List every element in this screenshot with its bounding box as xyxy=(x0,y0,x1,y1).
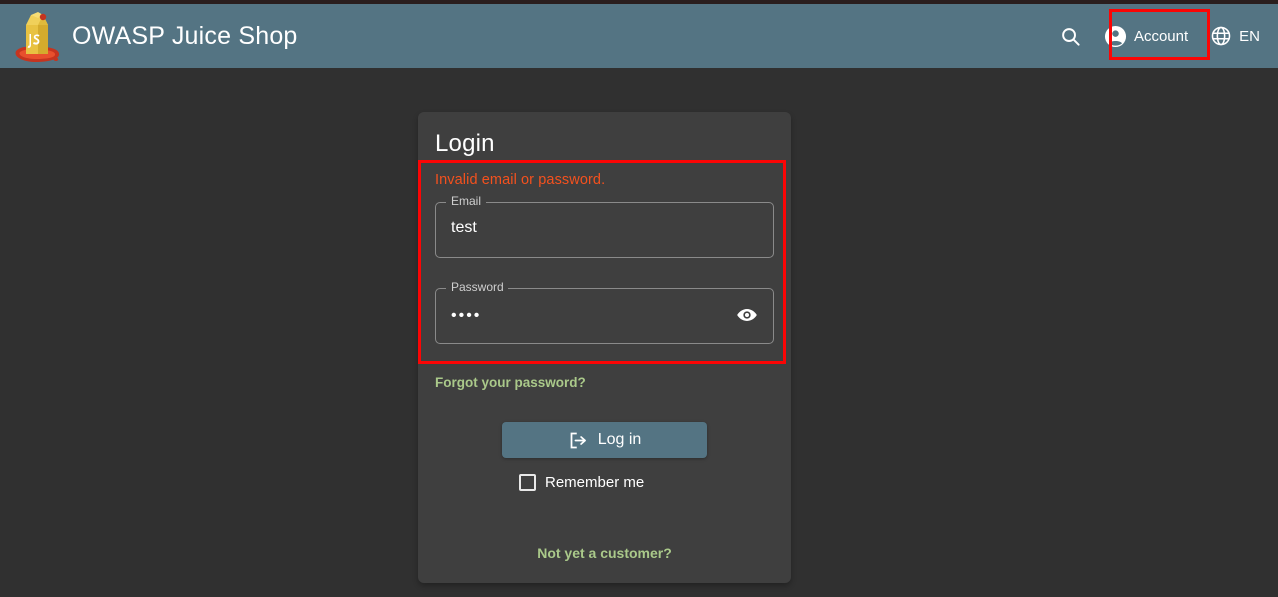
login-button[interactable]: Log in xyxy=(502,422,707,458)
toolbar-actions: Account EN xyxy=(1050,4,1270,68)
password-field-label: Password xyxy=(451,280,504,294)
account-circle-icon xyxy=(1104,25,1127,48)
password-field-outline xyxy=(435,288,774,344)
eye-icon xyxy=(736,304,758,326)
password-field[interactable]: Password •••• xyxy=(435,280,774,344)
signup-row: Not yet a customer? xyxy=(418,545,791,563)
juice-box-logo-icon xyxy=(12,7,64,65)
account-button[interactable]: Account xyxy=(1094,16,1198,56)
globe-icon xyxy=(1210,25,1232,47)
login-card: Login Invalid email or password. Email t… xyxy=(418,112,791,583)
login-button-label: Log in xyxy=(597,431,642,448)
language-button-label: EN xyxy=(1239,27,1260,45)
email-field-outline xyxy=(435,202,774,258)
account-button-wrapper[interactable]: Account xyxy=(1094,16,1198,56)
email-field-label: Email xyxy=(451,194,482,208)
brand-block[interactable]: OWASP Juice Shop xyxy=(12,7,298,65)
login-button-row: Log in xyxy=(435,422,774,458)
login-arrow-icon xyxy=(568,430,589,451)
error-message: Invalid email or password. xyxy=(435,172,606,188)
search-button[interactable] xyxy=(1050,16,1092,56)
signup-link[interactable]: Not yet a customer? xyxy=(537,545,672,561)
language-button[interactable]: EN xyxy=(1200,16,1270,56)
page-content: Login Invalid email or password. Email t… xyxy=(0,68,1278,597)
remember-me-label[interactable]: Remember me xyxy=(545,474,644,491)
remember-me-checkbox[interactable] xyxy=(519,474,536,491)
search-icon xyxy=(1059,25,1082,48)
remember-me-row[interactable]: Remember me xyxy=(435,474,774,491)
app-title: OWASP Juice Shop xyxy=(72,21,298,50)
password-visibility-toggle[interactable] xyxy=(734,302,760,328)
page-title: Login xyxy=(435,130,495,157)
password-input-value[interactable]: •••• xyxy=(451,307,481,325)
app-toolbar: OWASP Juice Shop Account EN xyxy=(0,4,1278,68)
email-field[interactable]: Email test xyxy=(435,194,774,258)
email-input-value[interactable]: test xyxy=(451,219,477,237)
login-form: Invalid email or password. Email test Pa… xyxy=(418,158,791,491)
forgot-password-link[interactable]: Forgot your password? xyxy=(435,375,586,390)
account-button-label: Account xyxy=(1133,27,1189,45)
